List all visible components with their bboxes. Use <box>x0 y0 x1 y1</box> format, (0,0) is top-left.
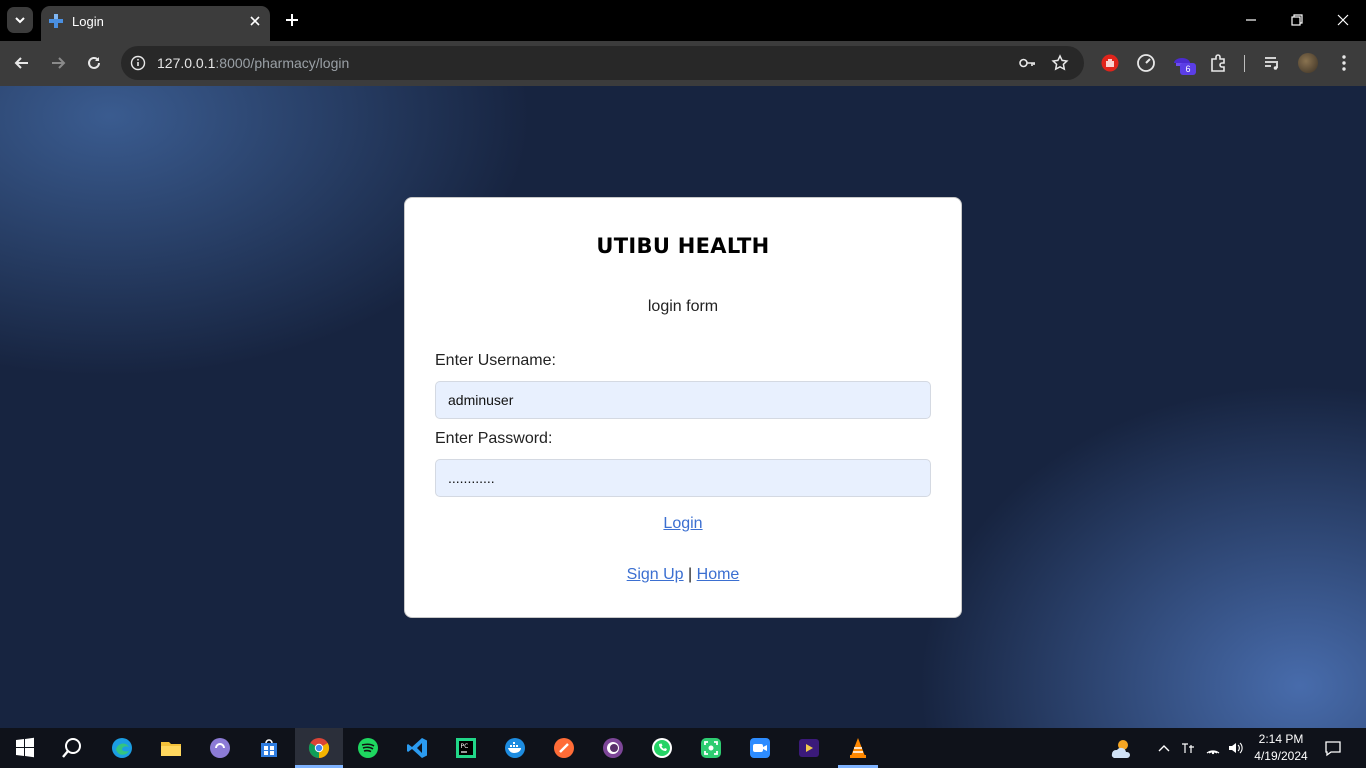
home-link[interactable]: Home <box>697 566 740 583</box>
postman-icon[interactable] <box>552 736 576 760</box>
url-host: 127.0.0.1 <box>157 55 216 71</box>
notifications-icon[interactable] <box>1324 739 1342 757</box>
browser-toolbar: 127.0.0.1:8000/pharmacy/login 6 <box>0 41 1366 86</box>
password-input[interactable] <box>435 459 931 497</box>
new-tab-icon[interactable] <box>283 11 301 29</box>
system-clock[interactable]: 2:14 PM 4/19/2024 <box>1254 731 1308 765</box>
tor-browser-icon[interactable] <box>601 736 625 760</box>
url-path: :8000/pharmacy/login <box>215 55 350 71</box>
tab-strip: Login <box>0 0 1366 41</box>
svg-text:PC: PC <box>461 743 469 750</box>
link-separator: | <box>688 566 693 583</box>
login-card: UTIBU HEALTH login form Enter Username: … <box>404 197 962 618</box>
forward-arrow-icon[interactable] <box>49 54 67 72</box>
clock-date: 4/19/2024 <box>1254 749 1308 763</box>
brand-title: UTIBU HEALTH <box>596 234 770 258</box>
blue-cross-icon <box>49 14 63 28</box>
back-arrow-icon[interactable] <box>13 54 31 72</box>
windows-start-icon[interactable] <box>13 736 37 760</box>
volume-icon[interactable] <box>1227 740 1243 756</box>
close-icon[interactable] <box>248 14 262 28</box>
site-info-icon[interactable] <box>130 55 146 71</box>
username-label: Enter Username: <box>435 352 556 369</box>
address-bar[interactable]: 127.0.0.1:8000/pharmacy/login <box>121 46 1084 80</box>
reload-icon[interactable] <box>85 54 103 72</box>
clock-time: 2:14 PM <box>1258 732 1304 746</box>
page-viewport: UTIBU HEALTH login form Enter Username: … <box>0 86 1366 728</box>
file-explorer-icon[interactable] <box>159 736 183 760</box>
chevron-down-icon <box>15 17 25 24</box>
docker-icon[interactable] <box>503 736 527 760</box>
torrent-icon[interactable] <box>208 736 232 760</box>
bookmark-star-icon[interactable] <box>1051 54 1069 72</box>
toolbar-divider <box>1244 55 1245 72</box>
extension-badge: 6 <box>1180 63 1196 75</box>
chrome-icon[interactable] <box>307 736 331 760</box>
zoom-icon[interactable] <box>748 736 772 760</box>
browser-tab[interactable]: Login <box>41 6 270 41</box>
media-queue-icon[interactable] <box>1262 53 1282 73</box>
close-window-icon[interactable] <box>1335 12 1351 28</box>
screen-capture-icon[interactable] <box>699 736 723 760</box>
weather-icon[interactable] <box>1108 736 1132 760</box>
spotify-icon[interactable] <box>356 736 380 760</box>
taskbar: PC 2:14 PM 4/19/2024 <box>0 728 1366 768</box>
form-subtitle: login form <box>647 298 719 315</box>
key-icon[interactable] <box>1018 54 1036 72</box>
restore-icon[interactable] <box>1289 12 1305 28</box>
more-menu-icon[interactable] <box>1336 53 1352 73</box>
edge-icon[interactable] <box>110 736 134 760</box>
username-input[interactable] <box>435 381 931 419</box>
whatsapp-icon[interactable] <box>650 736 674 760</box>
adblock-hand-icon[interactable] <box>1100 53 1120 73</box>
wifi-icon[interactable] <box>1205 740 1221 756</box>
minimize-icon[interactable] <box>1243 12 1259 28</box>
vscode-icon[interactable] <box>405 736 429 760</box>
microsoft-store-icon[interactable] <box>257 736 281 760</box>
video-editor-icon[interactable] <box>797 736 821 760</box>
puzzle-icon[interactable] <box>1208 53 1228 73</box>
vlc-icon[interactable] <box>846 736 870 760</box>
chevron-up-icon[interactable] <box>1156 740 1172 756</box>
tab-search-button[interactable] <box>7 7 33 33</box>
signup-link[interactable]: Sign Up <box>627 566 684 583</box>
profile-avatar[interactable] <box>1298 53 1318 73</box>
url-text: 127.0.0.1:8000/pharmacy/login <box>157 55 349 71</box>
login-link-row: Login <box>405 515 961 533</box>
password-label: Enter Password: <box>435 430 553 447</box>
tab-title: Login <box>72 14 104 29</box>
speedometer-extension-icon[interactable] <box>1136 53 1156 73</box>
pycharm-icon[interactable]: PC <box>454 736 478 760</box>
search-icon[interactable] <box>60 736 84 760</box>
login-link[interactable]: Login <box>663 515 702 532</box>
input-method-icon[interactable] <box>1180 740 1196 756</box>
footer-links: Sign Up | Home <box>405 566 961 584</box>
